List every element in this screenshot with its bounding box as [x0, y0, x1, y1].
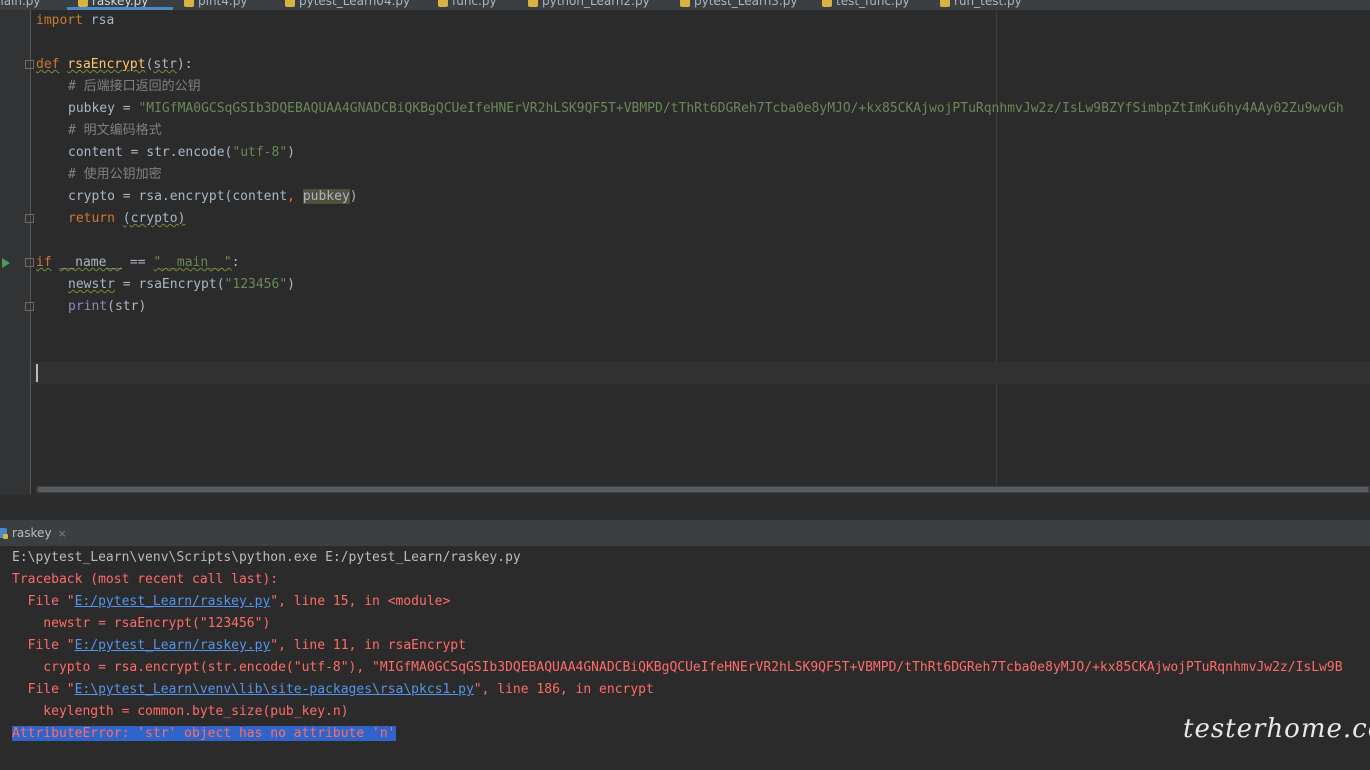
tab-pytest-learn3[interactable]: pytest_Learn3.py	[680, 0, 797, 10]
fold-marker[interactable]	[25, 302, 34, 311]
console-frame-file: File "E:/pytest_Learn/raskey.py", line 1…	[12, 594, 451, 609]
editor-gutter	[0, 10, 31, 494]
current-line-highlight	[31, 362, 1370, 384]
code-line-13: newstr = rsaEncrypt("123456")	[68, 277, 295, 292]
fold-marker[interactable]	[25, 60, 34, 69]
console-frame-file: File "E:\pytest_Learn\venv\lib\site-pack…	[12, 682, 654, 697]
console-frame-source: newstr = rsaEncrypt("123456")	[12, 616, 271, 631]
run-tool-window-tabs: raskey ×	[0, 520, 1370, 546]
run-tab-raskey[interactable]: raskey ×	[0, 520, 67, 546]
tab-test-func[interactable]: test_func.py	[822, 0, 910, 10]
panel-splitter[interactable]	[0, 494, 1370, 521]
close-icon[interactable]: ×	[58, 527, 67, 540]
python-file-icon	[438, 0, 448, 7]
python-file-icon	[184, 0, 194, 7]
horizontal-scrollbar-thumb[interactable]	[38, 487, 1368, 492]
file-link[interactable]: E:/pytest_Learn/raskey.py	[75, 638, 271, 653]
code-line-5: pubkey = "MIGfMA0GCSqGSIb3DQEBAQUAA4GNAD…	[68, 101, 1344, 116]
tab-python-learn2[interactable]: python_Learn2.py	[528, 0, 650, 10]
console-frame-file: File "E:/pytest_Learn/raskey.py", line 1…	[12, 638, 466, 653]
code-line-14: print(str)	[68, 299, 147, 314]
code-editor[interactable]: import rsa def rsaEncrypt(str): # 后端接口返回…	[0, 10, 1370, 494]
code-line-1: import rsa	[36, 13, 115, 28]
tab-run-test[interactable]: run_test.py	[940, 0, 1022, 10]
tab-pytest-learn04[interactable]: pytest_Learn04.py	[285, 0, 410, 10]
console-error-message: AttributeError: 'str' object has no attr…	[12, 726, 396, 741]
python-file-icon	[78, 0, 88, 7]
python-file-icon	[528, 0, 538, 7]
file-link[interactable]: E:/pytest_Learn/raskey.py	[75, 594, 271, 609]
console-frame-source: crypto = rsa.encrypt(str.encode("utf-8")…	[12, 660, 1343, 675]
code-line-7: content = str.encode("utf-8")	[68, 145, 295, 160]
python-file-icon	[285, 0, 295, 7]
code-line-12: if __name__ == "__main__":	[36, 255, 240, 270]
python-file-icon	[940, 0, 950, 7]
python-run-icon	[0, 528, 8, 539]
fold-marker[interactable]	[25, 258, 34, 267]
run-console[interactable]: E:\pytest_Learn\venv\Scripts\python.exe …	[0, 546, 1370, 770]
tab-main[interactable]: main.py	[0, 0, 41, 10]
file-link[interactable]: E:\pytest_Learn\venv\lib\site-packages\r…	[75, 682, 474, 697]
python-file-icon	[822, 0, 832, 7]
code-line-10: return (crypto)	[68, 211, 186, 226]
text-caret	[36, 364, 38, 382]
code-line-9: crypto = rsa.encrypt(content, pubkey)	[68, 189, 358, 204]
run-gutter-icon[interactable]	[2, 258, 10, 268]
tab-func[interactable]: func.py	[438, 0, 497, 10]
right-margin-guide	[996, 10, 997, 494]
code-line-4: # 后端接口返回的公钥	[68, 79, 201, 94]
code-line-6: # 明文编码格式	[68, 123, 162, 138]
code-line-3: def rsaEncrypt(str):	[36, 57, 193, 72]
code-line-8: # 使用公钥加密	[68, 167, 162, 182]
tab-pint4[interactable]: pint4.py	[184, 0, 247, 10]
console-frame-source: keylength = common.byte_size(pub_key.n)	[12, 704, 349, 719]
fold-marker[interactable]	[25, 214, 34, 223]
watermark: testerhome.com	[1183, 714, 1370, 744]
console-traceback-header: Traceback (most recent call last):	[12, 572, 279, 587]
console-command-line: E:\pytest_Learn\venv\Scripts\python.exe …	[12, 550, 521, 565]
python-file-icon	[680, 0, 690, 7]
